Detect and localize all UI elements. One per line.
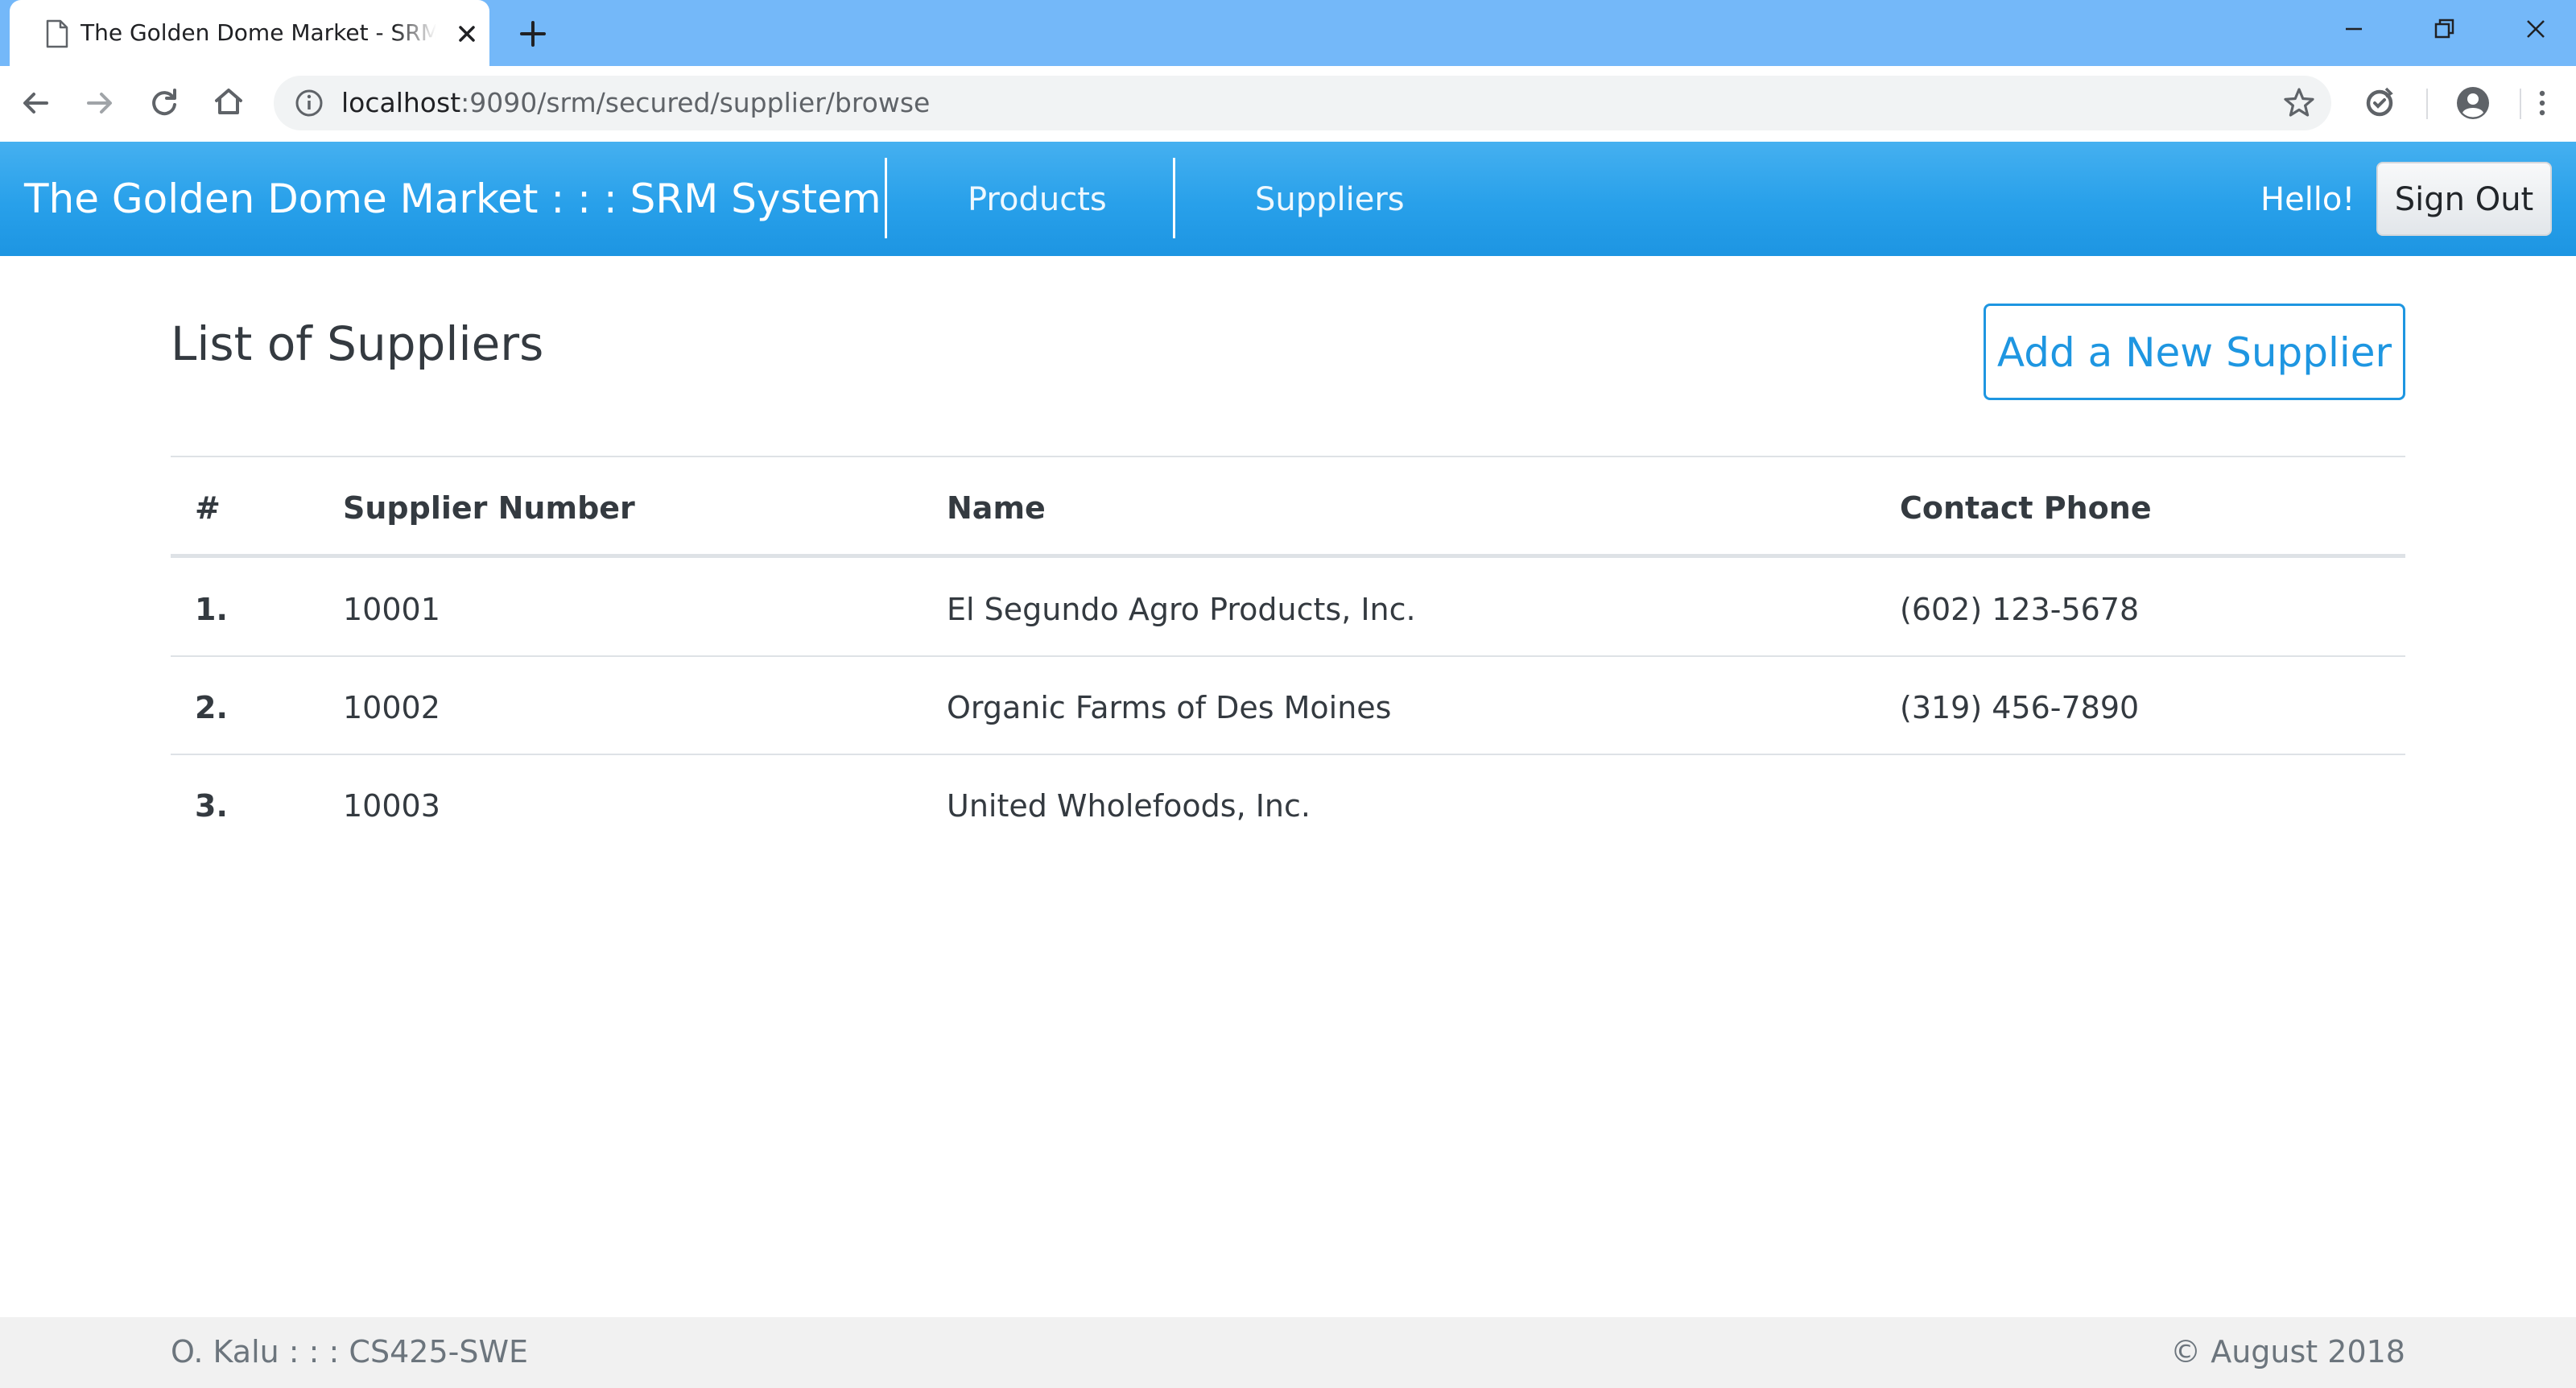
restore-icon[interactable]: [2420, 11, 2468, 47]
browser-toolbar: localhost:9090/srm/secured/supplier/brow…: [0, 66, 2576, 142]
add-supplier-button[interactable]: Add a New Supplier: [1984, 304, 2405, 400]
url-text[interactable]: localhost:9090/srm/secured/supplier/brow…: [341, 86, 930, 120]
reload-icon[interactable]: [147, 85, 182, 121]
home-icon[interactable]: [211, 84, 246, 119]
toolbar-separator: [2426, 89, 2428, 119]
profile-avatar-icon[interactable]: [2455, 85, 2491, 121]
nav-divider: [885, 158, 887, 238]
row-divider: [171, 754, 2405, 755]
row-index: 3.: [195, 788, 228, 824]
supplier-name: El Segundo Agro Products, Inc.: [947, 592, 1416, 627]
supplier-name: Organic Farms of Des Moines: [947, 690, 1392, 725]
greeting-text: Hello!: [2260, 181, 2355, 218]
document-icon: [46, 19, 68, 48]
nav-link-suppliers[interactable]: Suppliers: [1255, 179, 1405, 221]
sync-extension-icon[interactable]: [2362, 85, 2397, 121]
row-divider: [171, 655, 2405, 657]
footer-author: O. Kalu : : : CS425-SWE: [171, 1334, 529, 1369]
contact-phone: (602) 123-5678: [1900, 592, 2140, 627]
footer-copyright: © August 2018: [2170, 1334, 2405, 1369]
menu-kebab-icon[interactable]: [2524, 85, 2560, 121]
url-path: :9090/srm/secured/supplier/browse: [460, 87, 931, 118]
back-icon[interactable]: [18, 85, 53, 121]
app-navbar: The Golden Dome Market : : : SRM System …: [0, 142, 2576, 256]
tab-title: The Golden Dome Market - SRM System: [80, 19, 436, 46]
brand-title[interactable]: The Golden Dome Market : : : SRM System: [24, 174, 881, 224]
site-info-icon[interactable]: [293, 87, 325, 119]
header-name: Name: [947, 490, 1046, 526]
supplier-number: 10003: [343, 788, 440, 824]
minimize-icon[interactable]: [2330, 11, 2378, 47]
page-footer: O. Kalu : : : CS425-SWE © August 2018: [0, 1317, 2576, 1388]
supplier-name: United Wholefoods, Inc.: [947, 788, 1311, 824]
bookmark-star-icon[interactable]: [2281, 85, 2317, 121]
toolbar-separator: [2520, 89, 2521, 119]
sign-out-button[interactable]: Sign Out: [2376, 162, 2552, 236]
window-close-icon[interactable]: [2512, 11, 2560, 47]
contact-phone: (319) 456-7890: [1900, 690, 2140, 725]
forward-icon[interactable]: [82, 85, 118, 121]
row-index: 2.: [195, 690, 228, 725]
new-tab-icon[interactable]: [515, 16, 551, 52]
supplier-number: 10002: [343, 690, 440, 725]
header-contact-phone: Contact Phone: [1900, 490, 2152, 526]
page-title: List of Suppliers: [171, 316, 544, 371]
address-bar[interactable]: localhost:9090/srm/secured/supplier/brow…: [274, 76, 2331, 130]
row-index: 1.: [195, 592, 228, 627]
close-tab-icon[interactable]: [452, 19, 481, 48]
table-top-border: [171, 456, 2405, 457]
url-host: localhost: [341, 87, 461, 118]
nav-divider: [1173, 158, 1175, 238]
header-index: #: [195, 490, 221, 526]
supplier-number: 10001: [343, 592, 440, 627]
nav-link-products[interactable]: Products: [968, 179, 1107, 221]
table-header-border: [171, 554, 2405, 558]
header-supplier-number: Supplier Number: [343, 490, 635, 526]
browser-tabstrip: The Golden Dome Market - SRM System: [0, 0, 2576, 66]
browser-tab[interactable]: The Golden Dome Market - SRM System: [10, 0, 489, 66]
